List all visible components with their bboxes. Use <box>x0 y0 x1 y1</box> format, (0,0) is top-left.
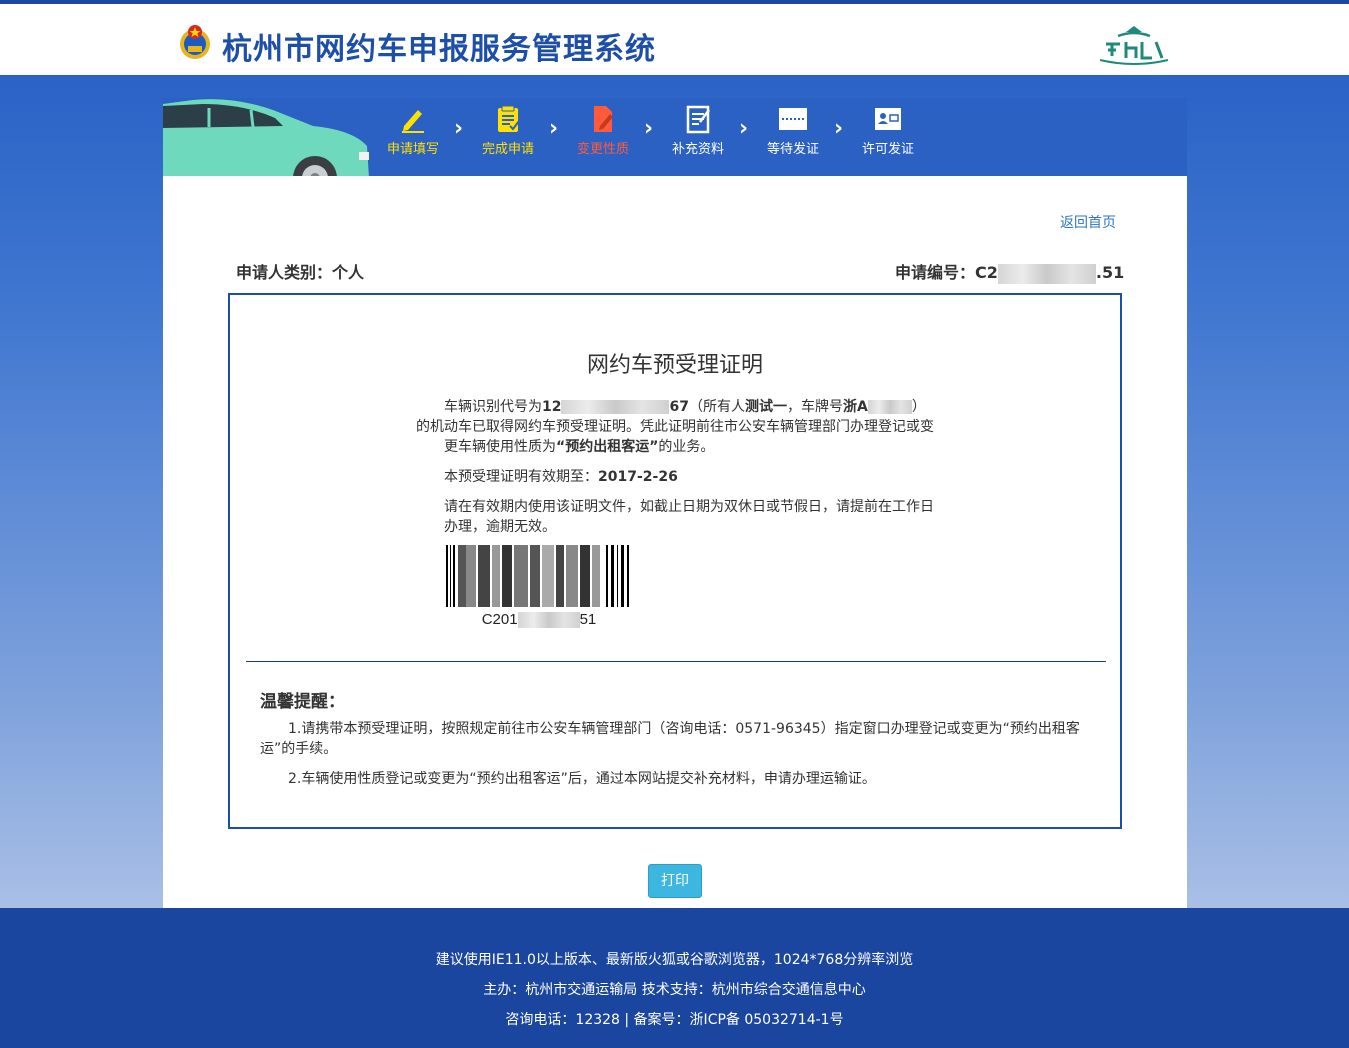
owner-name: 测试一 <box>744 399 787 415</box>
certificate-line-2-end: 的业务。 <box>658 439 715 455</box>
tip-item: 1.请携带本预受理证明，按照规定前往市公安车辆管理部门（咨询电话：0571-96… <box>260 721 1080 757</box>
app-no-prefix: 申请编号：C2 <box>895 263 998 282</box>
notepad-icon <box>686 105 710 134</box>
step-label: 申请填写 <box>386 142 439 157</box>
certificate-body: 车辆识别代号为12 67（所有人测试一，车牌号浙A）的机动车已取得网约车预受理证明… <box>416 397 936 547</box>
plate-prefix: 浙A <box>842 399 868 415</box>
applicant-type: 申请人类别：个人 <box>236 263 365 282</box>
hangzhou-city-logo-icon <box>1099 26 1169 65</box>
usage-type: “预约出租客运” <box>556 439 659 455</box>
app-no-suffix: .51 <box>1095 263 1125 282</box>
vin-label: 车辆识别代号为 <box>444 399 542 415</box>
print-button[interactable]: 打印 <box>648 864 702 898</box>
system-title: 杭州市网约车申报服务管理系统 <box>222 32 656 67</box>
step-apply-complete[interactable]: 完成申请 <box>473 104 543 157</box>
site-header: 杭州市网约车申报服务管理系统 <box>0 4 1349 75</box>
footer-contact: 咨询电话：12328 | 备案号：浙ICP备 05032714-1号 <box>505 1012 844 1028</box>
return-home-link[interactable]: 返回首页 <box>1060 212 1116 232</box>
tip-item: 2.车辆使用性质登记或变更为“预约出租客运”后，通过本网站提交补充材料，申请办理… <box>288 771 876 787</box>
redacted-block <box>997 263 1096 284</box>
barcode-suffix: 51 <box>579 611 597 628</box>
plate-label: ，车牌号 <box>786 399 843 415</box>
notice-paragraph: 请在有效期内使用该证明文件，如截止日期为双休日或节假日，请提前在工作日办理，逾期… <box>444 499 934 535</box>
barcode-number: C201 51 <box>446 611 632 629</box>
police-emblem-icon <box>180 25 210 59</box>
document-edit-icon <box>594 106 613 132</box>
close-paren: ） <box>911 399 926 415</box>
id-card-icon <box>875 108 901 130</box>
chevron-right-icon: › <box>454 116 464 141</box>
section-divider <box>246 661 1106 662</box>
step-label: 等待发证 <box>766 142 819 157</box>
step-wait-issue[interactable]: 等待发证 <box>758 104 828 157</box>
redacted-block <box>561 400 670 414</box>
certificate-paragraph-1: 车辆识别代号为12 67（所有人测试一，车牌号浙A）的机动车已取得网约车预受理证明… <box>416 397 936 457</box>
footer-browser-note: 建议使用IE11.0以上版本、最新版火狐或谷歌浏览器，1024*768分辨率浏览 <box>435 952 914 968</box>
step-supplement[interactable]: 补充资料 <box>663 104 733 157</box>
validity-label: 本预受理证明有效期至： <box>444 469 598 485</box>
step-label: 许可发证 <box>861 142 914 157</box>
pre-acceptance-certificate: 网约车预受理证明 车辆识别代号为12 67（所有人测试一，车牌号浙A）的机动车已取… <box>228 293 1122 829</box>
vin-prefix: 12 <box>542 399 562 415</box>
chevron-right-icon: › <box>549 116 559 141</box>
step-label: 补充资料 <box>671 142 724 157</box>
barcode-image <box>446 545 629 607</box>
pencil-icon <box>402 110 424 133</box>
chevron-right-icon: › <box>834 116 844 141</box>
owner-label: （所有人 <box>688 399 745 415</box>
validity-date: 2017-2-26 <box>598 469 678 485</box>
tips-title: 温馨提醒： <box>260 692 345 712</box>
vin-suffix: 67 <box>669 399 689 415</box>
step-change-nature[interactable]: 变更性质 <box>568 104 638 157</box>
step-apply-fill[interactable]: 申请填写 <box>378 104 448 157</box>
redacted-block <box>867 400 912 414</box>
step-label: 完成申请 <box>481 142 534 157</box>
footer-organizer: 主办：杭州市交通运输局 技术支持：杭州市综合交通信息中心 <box>483 982 866 998</box>
waiting-card-icon <box>779 108 807 130</box>
application-number: 申请编号：C2 .51 <box>895 259 1124 284</box>
certificate-title: 网约车预受理证明 <box>586 353 763 378</box>
step-license-issue[interactable]: 许可发证 <box>853 104 923 157</box>
redacted-block <box>517 612 580 629</box>
chevron-right-icon: › <box>644 116 654 141</box>
chevron-right-icon: › <box>739 116 749 141</box>
site-footer: 建议使用IE11.0以上版本、最新版火狐或谷歌浏览器，1024*768分辨率浏览… <box>0 908 1349 1048</box>
barcode-prefix: C201 <box>481 611 518 628</box>
clipboard-icon <box>498 105 520 132</box>
validity-line: 本预受理证明有效期至：2017-2-26 <box>416 467 936 487</box>
step-label: 变更性质 <box>576 142 629 157</box>
